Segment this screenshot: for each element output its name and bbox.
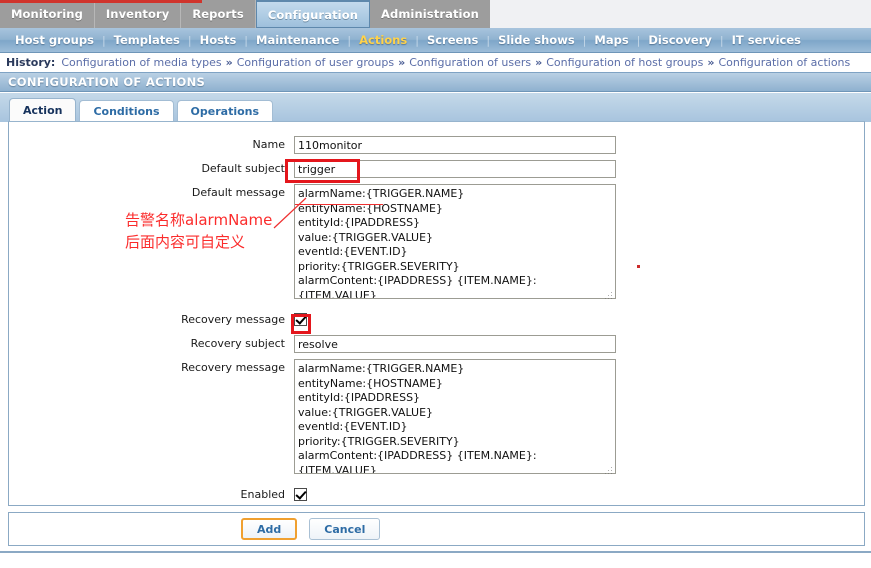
sub-menu-separator: |	[486, 33, 491, 47]
breadcrumb-separator: »	[398, 56, 406, 69]
sub-menu-separator: |	[101, 33, 106, 47]
default-subject-label: Default subject	[201, 162, 285, 175]
recovery-message-checkbox[interactable]	[294, 313, 307, 326]
default-subject-input[interactable]	[294, 160, 616, 178]
main-menu-item-configuration[interactable]: Configuration	[255, 0, 370, 28]
main-menu-item-inventory[interactable]: Inventory	[94, 0, 182, 28]
sub-menu-separator: |	[582, 33, 587, 47]
breadcrumb-separator: »	[535, 56, 543, 69]
sub-menu-separator: |	[347, 33, 352, 47]
form-button-bar: Add Cancel	[8, 512, 865, 546]
sub-menu-item-maintenance[interactable]: Maintenance	[248, 33, 347, 47]
recovery-message-toggle-label: Recovery message	[181, 313, 285, 326]
sub-menu-item-host-groups[interactable]: Host groups	[7, 33, 102, 47]
action-form: Name Default subject Default message	[8, 121, 865, 506]
sub-menu-item-templates[interactable]: Templates	[106, 33, 188, 47]
form-row-recovery-message: Recovery message	[9, 359, 864, 477]
add-button[interactable]: Add	[241, 518, 298, 540]
main-menu-bar: Monitoring Inventory Reports Configuration A…	[0, 0, 871, 28]
history-label: History:	[6, 56, 56, 69]
name-input[interactable]	[294, 136, 616, 154]
form-row-default-subject: Default subject	[9, 160, 864, 178]
sub-menu-item-hosts[interactable]: Hosts	[192, 33, 245, 47]
form-row-recovery-toggle: Recovery message	[9, 311, 864, 329]
breadcrumb-separator: »	[225, 56, 233, 69]
breadcrumb-link[interactable]: Configuration of users	[409, 56, 531, 69]
sub-menu-separator: |	[636, 33, 641, 47]
breadcrumb-link[interactable]: Configuration of user groups	[237, 56, 394, 69]
page-title: CONFIGURATION OF ACTIONS	[8, 75, 206, 89]
sub-menu-item-maps[interactable]: Maps	[586, 33, 636, 47]
name-label: Name	[252, 138, 285, 151]
recovery-subject-input[interactable]	[294, 335, 616, 353]
top-accent-bar	[0, 0, 202, 3]
page-title-bar: CONFIGURATION OF ACTIONS	[0, 72, 871, 92]
sub-menu-separator: |	[719, 33, 724, 47]
recovery-message-textarea[interactable]	[294, 359, 616, 474]
annotation-underline-alarmname	[295, 204, 383, 205]
recovery-subject-label: Recovery subject	[190, 337, 285, 350]
default-message-label: Default message	[191, 186, 285, 199]
form-tab-strip: Action Conditions Operations	[0, 93, 871, 122]
sub-menu-item-actions[interactable]: Actions	[351, 33, 415, 47]
main-menu-item-administration[interactable]: Administration	[370, 0, 490, 28]
breadcrumb-link[interactable]: Configuration of host groups	[546, 56, 703, 69]
recovery-message-label: Recovery message	[181, 361, 285, 374]
main-menu-item-monitoring[interactable]: Monitoring	[0, 0, 95, 28]
tab-conditions[interactable]: Conditions	[79, 100, 174, 122]
enabled-checkbox[interactable]	[294, 488, 307, 501]
tab-action[interactable]: Action	[9, 98, 77, 122]
sub-menu-separator: |	[187, 33, 192, 47]
sub-menu-separator: |	[415, 33, 419, 47]
sub-menu-separator: |	[244, 33, 249, 47]
cancel-button[interactable]: Cancel	[309, 518, 381, 540]
enabled-label: Enabled	[240, 488, 285, 501]
sub-menu-item-slide-shows[interactable]: Slide shows	[490, 33, 583, 47]
bottom-divider	[0, 551, 871, 553]
sub-menu-bar: Host groups | Templates | Hosts | Maintenance |…	[0, 28, 871, 53]
breadcrumb-link[interactable]: Configuration of actions	[718, 56, 850, 69]
breadcrumb-separator: »	[707, 56, 715, 69]
sub-menu-item-it-services[interactable]: IT services	[724, 33, 809, 47]
tab-operations[interactable]: Operations	[176, 100, 274, 122]
default-message-textarea[interactable]	[294, 184, 616, 299]
form-row-recovery-subject: Recovery subject	[9, 335, 864, 353]
form-row-default-message: Default message	[9, 184, 864, 302]
form-row-enabled: Enabled	[9, 486, 864, 504]
history-links: Configuration of media types» Configurati…	[61, 56, 850, 69]
sub-menu-item-discovery[interactable]: Discovery	[640, 33, 720, 47]
breadcrumb-link[interactable]: Configuration of media types	[61, 56, 221, 69]
sub-menu-item-screens[interactable]: Screens	[419, 33, 486, 47]
annotation-dot	[637, 265, 640, 268]
breadcrumb: History: Configuration of media types» Co…	[0, 53, 871, 72]
form-row-name: Name	[9, 136, 864, 154]
main-menu-item-reports[interactable]: Reports	[181, 0, 256, 28]
